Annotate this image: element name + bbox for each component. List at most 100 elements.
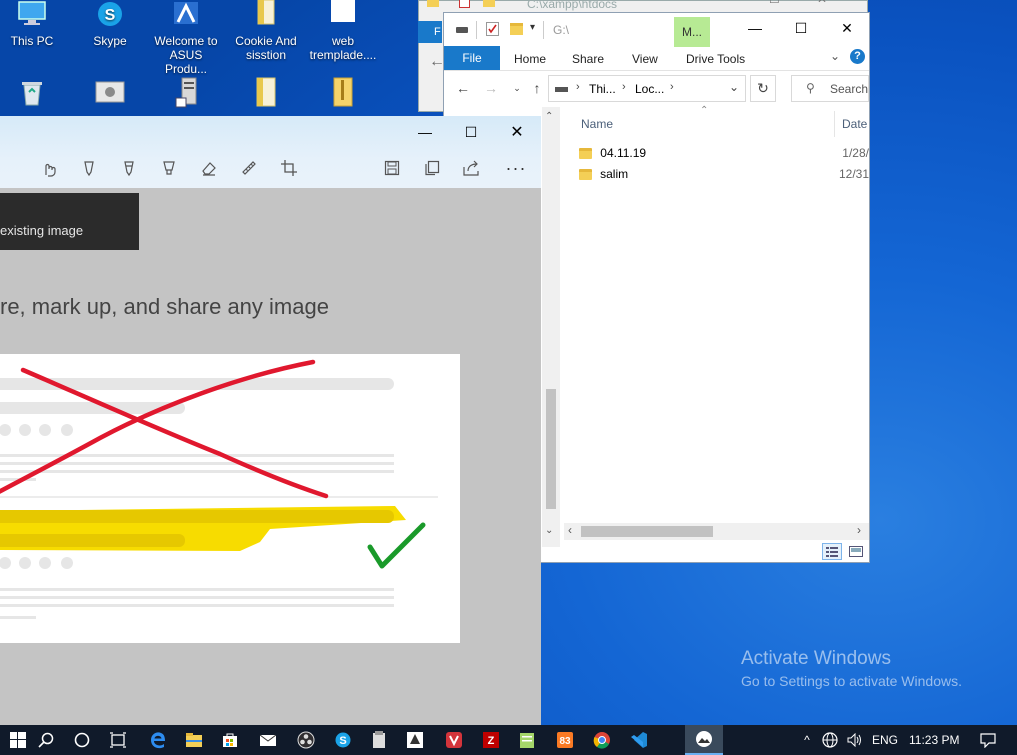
chevron-down-icon[interactable]: ⌄ <box>729 80 739 94</box>
list-item[interactable]: salim 12/31 <box>579 164 869 184</box>
properties-icon[interactable] <box>486 22 499 36</box>
skype-icon[interactable]: S <box>325 725 361 755</box>
svg-text:S: S <box>339 735 346 747</box>
edge-icon[interactable] <box>140 725 176 755</box>
server-shortcut-icon[interactable] <box>173 76 203 108</box>
zip-folder-icon[interactable] <box>330 77 356 107</box>
scroll-down-arrow[interactable]: ⌄ <box>545 525 553 536</box>
scroll-thumb[interactable] <box>581 526 713 537</box>
maximize-button[interactable]: ☐ <box>778 13 824 43</box>
tab-view[interactable]: View <box>632 47 658 71</box>
window-title: C:\xampp\htdocs <box>527 0 618 11</box>
cortana-icon[interactable] <box>64 725 100 755</box>
recent-locations-icon[interactable]: ⌄ <box>506 73 528 103</box>
file-tab[interactable]: F <box>418 21 442 43</box>
inkscape-icon[interactable] <box>397 725 433 755</box>
document-icon[interactable] <box>253 77 279 107</box>
ballpoint-pen-icon[interactable] <box>77 156 101 180</box>
eraser-icon[interactable] <box>197 156 221 180</box>
vscode-icon[interactable] <box>621 725 657 755</box>
tab-share[interactable]: Share <box>572 47 604 71</box>
column-header-date[interactable]: Date <box>842 117 867 131</box>
quick-access-dropdown-icon[interactable]: ▾ <box>530 22 535 33</box>
search-box[interactable]: ⚲ Search <box>791 75 869 102</box>
tab-file[interactable]: File <box>444 46 500 70</box>
forward-arrow-icon[interactable]: → <box>480 73 502 103</box>
tab-drive-tools[interactable]: Drive Tools <box>686 47 745 71</box>
back-arrow-icon[interactable]: ← <box>452 73 474 103</box>
expand-ribbon-icon[interactable]: ⌄ <box>830 49 840 63</box>
computer-icon <box>16 0 48 32</box>
horizontal-scrollbar[interactable]: ‹ › <box>564 523 869 540</box>
desktop-icon-asus[interactable]: Welcome to ASUS Produ... <box>151 0 221 76</box>
breadcrumb-item[interactable]: Thi... <box>589 82 616 96</box>
volume-icon[interactable] <box>843 725 867 755</box>
minimize-button[interactable]: — <box>732 13 778 43</box>
pencil-icon[interactable] <box>117 156 141 180</box>
taskbar: S Z 83 ^ ENG 11:23 PM <box>0 725 1017 755</box>
highlighter-icon[interactable] <box>157 156 181 180</box>
column-divider <box>834 111 835 137</box>
filezilla-icon[interactable]: Z <box>473 725 509 755</box>
notepad-icon[interactable] <box>509 725 545 755</box>
task-view-icon[interactable] <box>100 725 136 755</box>
network-icon[interactable] <box>819 725 841 755</box>
list-item[interactable]: 04.11.19 1/28/ <box>579 143 869 163</box>
more-options-icon[interactable]: ··· <box>504 156 528 180</box>
scroll-thumb[interactable] <box>546 389 556 509</box>
scroll-left-arrow[interactable]: ‹ <box>568 523 572 537</box>
chevron-right-icon: › <box>670 81 674 93</box>
share-icon[interactable] <box>460 156 484 180</box>
app-icon[interactable] <box>361 725 397 755</box>
new-snip-banner[interactable]: existing image <box>0 193 139 250</box>
desktop-icon-this-pc[interactable]: This PC <box>0 0 67 48</box>
help-icon[interactable]: ? <box>850 49 865 64</box>
navigation-pane-scrollbar[interactable]: ⌃ ⌄ <box>542 107 560 547</box>
properties-icon <box>459 0 470 8</box>
details-view-button[interactable] <box>822 543 842 560</box>
ruler-icon[interactable] <box>237 156 261 180</box>
close-button[interactable]: ✕ <box>824 13 870 43</box>
vivaldi-icon[interactable] <box>436 725 472 755</box>
up-arrow-icon[interactable]: ↑ <box>526 73 548 103</box>
clock[interactable]: 11:23 PM <box>909 725 959 755</box>
save-icon[interactable] <box>380 156 404 180</box>
language-indicator[interactable]: ENG <box>872 725 898 755</box>
desktop-icon-cookie[interactable]: Cookie And sisstion <box>231 0 301 62</box>
notifications-icon[interactable] <box>970 725 1006 755</box>
close-button[interactable]: ✕ <box>494 117 540 147</box>
copy-icon[interactable] <box>420 156 444 180</box>
control-panel-icon[interactable] <box>95 80 125 104</box>
maximize-icon[interactable]: ☐ <box>769 0 780 6</box>
snip-sketch-taskbar-icon[interactable] <box>685 725 723 755</box>
large-icons-view-button[interactable] <box>846 543 866 560</box>
obs-icon[interactable] <box>288 725 324 755</box>
snip-sketch-window[interactable]: — ☐ ✕ ··· existing image re, mark up, an… <box>0 116 541 725</box>
tab-home[interactable]: Home <box>514 47 546 71</box>
folder-icon <box>250 0 282 32</box>
breadcrumb-item[interactable]: Loc... <box>635 82 664 96</box>
maximize-button[interactable]: ☐ <box>448 117 494 147</box>
show-hidden-icons-icon[interactable]: ^ <box>797 725 817 755</box>
minimize-button[interactable]: — <box>402 117 448 147</box>
desktop-icon-skype[interactable]: S Skype <box>75 0 145 48</box>
xampp-icon[interactable]: 83 <box>547 725 583 755</box>
desktop-icon-web-template[interactable]: web tremplade.... <box>308 0 378 62</box>
address-bar[interactable]: › Thi... › Loc... › ⌄ <box>548 75 746 102</box>
scroll-right-arrow[interactable]: › <box>857 523 861 537</box>
folder-icon <box>579 147 593 159</box>
recycle-bin-icon[interactable] <box>17 78 47 108</box>
column-header-name[interactable]: Name <box>581 117 613 131</box>
mail-icon[interactable] <box>250 725 286 755</box>
store-icon[interactable] <box>212 725 248 755</box>
chrome-icon[interactable] <box>584 725 620 755</box>
scroll-up-arrow[interactable]: ⌃ <box>545 111 553 122</box>
refresh-button[interactable]: ↻ <box>750 75 776 102</box>
touch-writing-icon[interactable] <box>37 156 61 180</box>
new-folder-icon[interactable] <box>510 23 523 35</box>
manage-context-tab[interactable]: M... <box>674 17 710 47</box>
close-icon[interactable]: ✕ <box>817 0 827 6</box>
crop-icon[interactable] <box>277 156 301 180</box>
search-icon[interactable] <box>28 725 64 755</box>
file-explorer-icon[interactable] <box>176 725 212 755</box>
